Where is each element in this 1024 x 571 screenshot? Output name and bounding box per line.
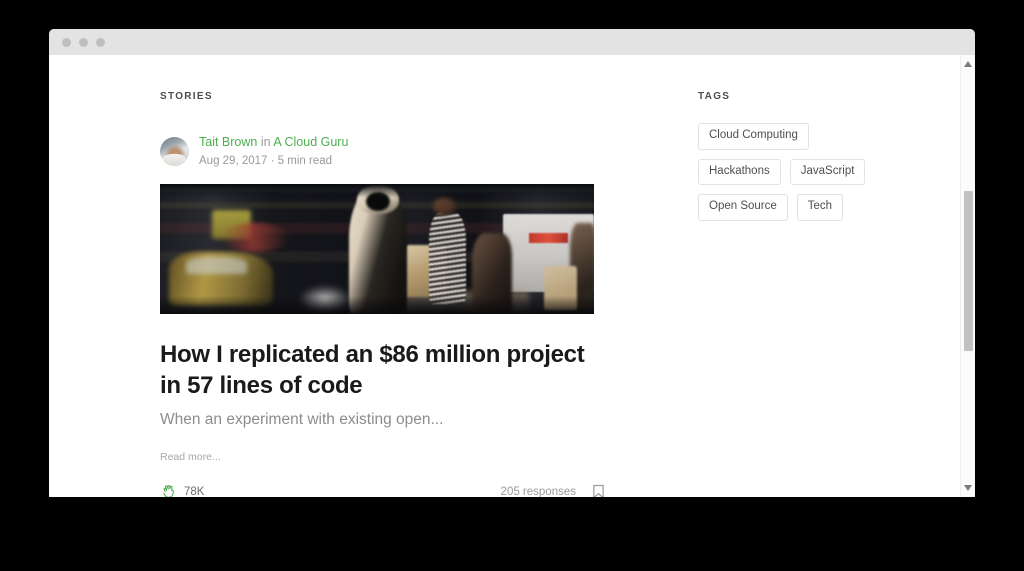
byline-authors: Tait Brown in A Cloud Guru	[199, 134, 348, 152]
hero-blur-red-streak	[221, 223, 290, 252]
minimize-dot[interactable]	[79, 38, 88, 47]
story-engagement-bar: 78K 205 responses	[160, 481, 605, 497]
tag-chip[interactable]: Tech	[797, 194, 843, 221]
tag-list: Cloud Computing Hackathons JavaScript Op…	[698, 123, 883, 221]
tags-heading: TAGS	[698, 91, 928, 102]
scroll-down-arrow[interactable]	[961, 481, 975, 495]
engagement-right-group: 205 responses	[501, 484, 605, 497]
meta-separator: ·	[271, 155, 275, 167]
browser-titlebar	[49, 29, 975, 55]
page-scrollbar[interactable]	[960, 55, 975, 497]
tag-chip[interactable]: Cloud Computing	[698, 123, 809, 150]
publication-link[interactable]: A Cloud Guru	[273, 135, 348, 149]
scrollbar-thumb[interactable]	[964, 191, 973, 351]
byline-text: Tait Brown in A Cloud Guru Aug 29, 2017 …	[199, 134, 348, 169]
hero-blur-store-sign	[529, 233, 568, 242]
hero-top-shadow	[160, 184, 594, 198]
story-hero-image[interactable]	[160, 184, 594, 314]
byline-meta: Aug 29, 2017 · 5 min read	[199, 153, 348, 169]
chevron-down-icon	[964, 485, 972, 491]
story-byline: Tait Brown in A Cloud Guru Aug 29, 2017 …	[160, 134, 605, 169]
tags-column: TAGS Cloud Computing Hackathons JavaScri…	[698, 55, 928, 221]
bookmark-icon[interactable]	[592, 484, 605, 497]
story-date: Aug 29, 2017	[199, 155, 267, 167]
stories-heading: STORIES	[160, 91, 605, 102]
page-content: STORIES Tait Brown in A Cloud Guru Aug 2…	[49, 55, 960, 497]
maximize-dot[interactable]	[96, 38, 105, 47]
browser-viewport: STORIES Tait Brown in A Cloud Guru Aug 2…	[49, 55, 975, 497]
stories-column: STORIES Tait Brown in A Cloud Guru Aug 2…	[160, 55, 605, 497]
story-subtitle: When an experiment with existing open...	[160, 411, 605, 429]
browser-window: STORIES Tait Brown in A Cloud Guru Aug 2…	[49, 29, 975, 497]
responses-link[interactable]: 205 responses	[501, 486, 576, 497]
close-dot[interactable]	[62, 38, 71, 47]
hero-bottom-shadow	[160, 296, 594, 314]
hero-blur-car-window	[186, 257, 247, 274]
story-read-time: 5 min read	[278, 155, 332, 167]
story-title[interactable]: How I replicated an $86 million project …	[160, 340, 605, 401]
author-link[interactable]: Tait Brown	[199, 135, 257, 149]
scroll-up-arrow[interactable]	[961, 57, 975, 71]
tag-chip[interactable]: Hackathons	[698, 159, 781, 186]
clap-group[interactable]: 78K	[160, 483, 204, 497]
read-more-link[interactable]: Read more...	[160, 451, 605, 463]
byline-in-word: in	[261, 135, 271, 149]
chevron-up-icon	[964, 61, 972, 67]
clap-icon[interactable]	[160, 483, 177, 497]
tag-chip[interactable]: Open Source	[698, 194, 788, 221]
tag-chip[interactable]: JavaScript	[790, 159, 866, 186]
hero-blur-striped-figure	[429, 213, 466, 304]
author-avatar[interactable]	[160, 137, 189, 166]
clap-count: 78K	[184, 486, 204, 497]
